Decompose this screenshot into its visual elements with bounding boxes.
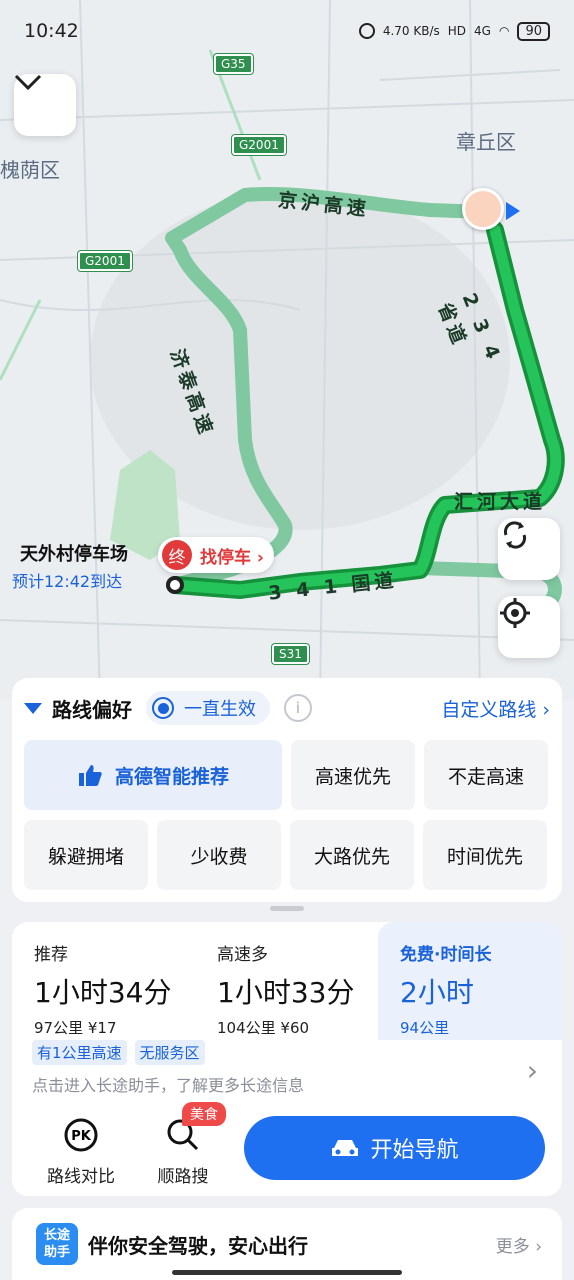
long-trip-hint[interactable]: 点击进入长途助手，了解更多长途信息 [32,1072,304,1096]
pref-avoid-congestion[interactable]: 躲避拥堵 [24,820,148,890]
along-route-search-button[interactable]: 顺路搜 [138,1118,228,1187]
hd-tag: HD [447,24,467,38]
route-meta: 94公里 [400,1019,450,1037]
locate-icon [500,598,530,628]
route-preference-panel: 路线偏好 一直生效 i 自定义路线 › 高德智能推荐 高速优先 不走高速 躲避拥… [12,678,562,902]
route-duration: 1小时34分 [34,976,172,1009]
status-bar: 10:42 4.70 KB/s HD 4G ◠ 90 [0,0,574,62]
locate-button[interactable] [498,596,560,658]
route-option-highway[interactable]: 高速多 1小时33分 104公里 ¥60 [195,922,378,1040]
pref-main-road[interactable]: 大路优先 [290,820,414,890]
home-indicator[interactable] [172,1270,402,1275]
car-icon [332,1140,359,1156]
net-speed: 4.70 KB/s [382,24,440,38]
refresh-route-button[interactable] [498,518,560,580]
food-badge: 美食 [182,1102,226,1126]
road-label-huihe: 汇河大道 [454,491,547,513]
always-effective-toggle[interactable]: 一直生效 [146,691,270,725]
pref-label: 高德智能推荐 [114,765,229,788]
pref-time-first[interactable]: 时间优先 [423,820,547,890]
map-view[interactable]: 10:42 4.70 KB/s HD 4G ◠ 90 章丘区 槐荫区 G35 G… [0,0,574,700]
collapse-triangle-icon[interactable] [24,702,42,714]
route-option-free[interactable]: 免费·时间长 2小时 94公里 [378,922,562,1040]
shield-g2001-top: G2001 [232,135,286,155]
route-meta: 104公里 ¥60 [217,1019,310,1037]
route-compare-label: 路线对比 [47,1167,115,1187]
destination-name: 天外村停车场 [20,544,128,565]
start-navigation-button[interactable]: 开始导航 [244,1116,545,1180]
shield-g2001-left: G2001 [78,251,132,271]
chevron-down-icon [14,74,42,90]
signal-tag: 4G [474,24,491,38]
shield-s31: S31 [272,644,309,664]
collapse-button[interactable] [14,74,76,136]
pk-icon: PK [64,1118,98,1152]
refresh-icon [503,521,527,549]
route-duration: 2小时 [400,976,474,1009]
preference-title: 路线偏好 [52,697,132,722]
radio-checked-icon [152,697,174,719]
route-compare-button[interactable]: PK 路线对比 [36,1118,126,1187]
route-summary-card: 推荐 1小时34分 97公里 ¥17 高速多 1小时33分 104公里 ¥60 … [12,922,562,1196]
assistant-logo-line1: 长途 [43,1228,70,1243]
pref-highway-first[interactable]: 高速优先 [291,740,415,810]
alarm-icon [358,23,375,39]
pref-smart-recommend[interactable]: 高德智能推荐 [24,740,282,810]
district-huaiyin: 槐荫区 [0,158,60,182]
drag-handle[interactable] [270,906,304,911]
wifi-icon: ◠ [498,24,510,38]
route-tag: 推荐 [34,945,68,965]
along-route-search-label: 顺路搜 [157,1167,209,1187]
custom-route-link[interactable]: 自定义路线 › [441,695,550,722]
assistant-more-link[interactable]: 更多 › [496,1232,542,1257]
route-badge-highway: 有1公里高速 [32,1040,127,1065]
chevron-right-icon[interactable]: › [527,1054,538,1087]
end-marker-icon: 终 [162,540,192,570]
route-meta: 97公里 ¥17 [34,1019,117,1037]
start-avatar [462,188,504,230]
start-navigation-label: 开始导航 [370,1138,459,1163]
district-zhangqiu: 章丘区 [456,130,516,154]
destination-eta: 预计12:42到达 [12,572,123,591]
info-icon[interactable]: i [284,694,312,722]
find-parking-label: 找停车 › [200,547,264,568]
thumbs-up-icon [78,765,102,786]
assistant-message: 伴你安全驾驶，安心出行 [88,1233,308,1258]
svg-text:PK: PK [71,1129,92,1144]
start-arrow-icon [506,202,520,220]
find-parking-button[interactable]: 终 找停车 › [158,537,274,573]
destination-pin-icon [166,576,184,594]
always-effective-label: 一直生效 [184,699,256,720]
route-option-recommended[interactable]: 推荐 1小时34分 97公里 ¥17 [12,922,195,1040]
route-tag: 高速多 [217,945,268,965]
battery-level: 90 [517,21,550,41]
assistant-logo-line2: 助手 [43,1245,70,1260]
route-badge-no-service: 无服务区 [134,1040,205,1065]
pref-less-toll[interactable]: 少收费 [157,820,281,890]
route-duration: 1小时33分 [217,976,355,1009]
status-time: 10:42 [24,20,79,42]
route-tag: 免费·时间长 [400,945,492,965]
pref-no-highway[interactable]: 不走高速 [424,740,548,810]
assistant-logo: 长途 助手 [36,1223,78,1265]
